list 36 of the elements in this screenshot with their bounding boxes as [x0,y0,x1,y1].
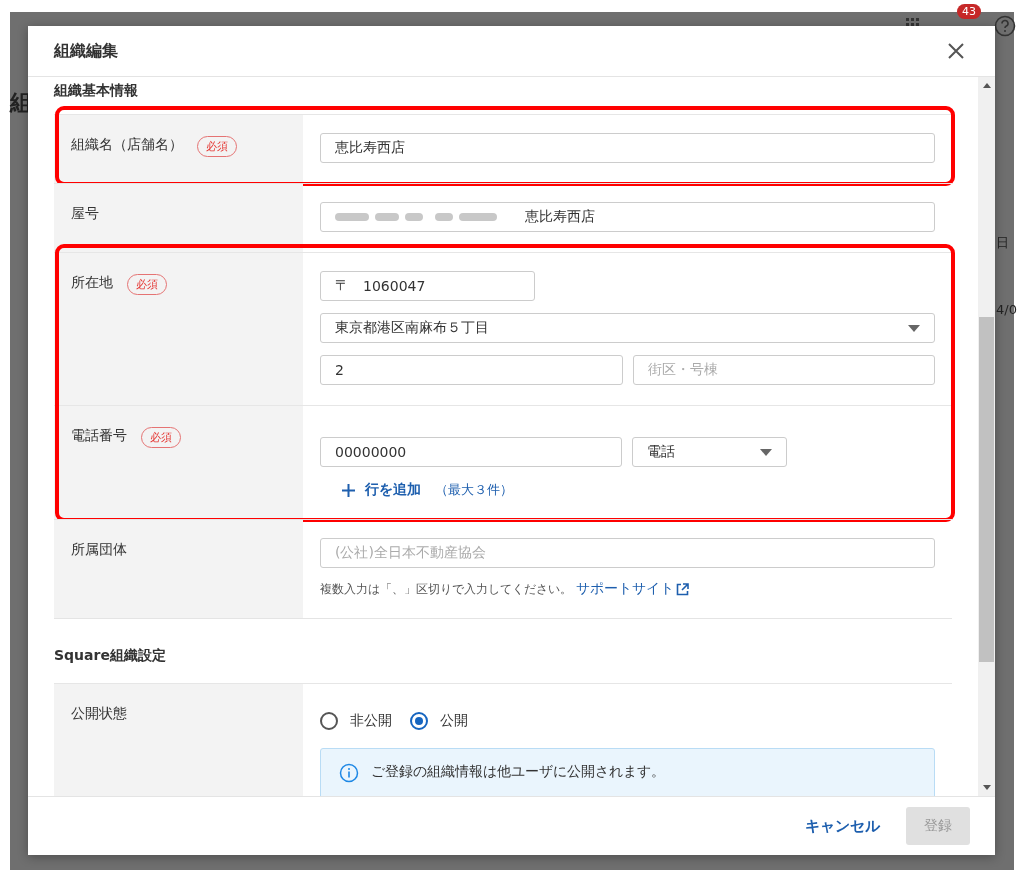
address-select[interactable]: 東京都港区南麻布５丁目 [320,313,935,343]
radio-option[interactable]: 非公開 [320,712,392,730]
text-field[interactable]: 恵比寿西店 [320,133,935,163]
help-icon[interactable] [994,15,1016,37]
dropdown-caret-icon [760,448,772,456]
postal-code-field[interactable]: 〒 1060047 [320,271,535,301]
info-text: ご登録の組織情報は他ユーザに公開されます。 [371,763,665,781]
plus-icon [342,483,355,497]
field-label: 屋号 [71,205,99,223]
scroll-down-icon[interactable] [982,785,991,790]
scrollbar[interactable] [978,77,995,796]
phone-field[interactable]: 00000000 [320,437,622,467]
help-text: 複数入力は「、」区切りで入力してください。 [320,580,572,598]
section-title: Square組織設定 [54,618,952,683]
text-field[interactable]: 恵比寿西店 [320,202,935,232]
field-label: 電話番号 [71,427,127,445]
field-label: 公開状態 [71,705,127,723]
cancel-button[interactable]: キャンセル [805,810,880,842]
table-cell: 日 [996,234,1009,252]
scroll-up-icon[interactable] [982,83,991,88]
section-title: 組織基本情報 [54,81,139,100]
support-site-link[interactable]: サポートサイト [576,580,689,598]
notification-badge: 43 [957,4,981,19]
phone-type-select[interactable]: 電話 [632,437,787,467]
add-row-button[interactable]: 行を追加 [342,481,421,499]
max-rows-note: （最大３件） [435,481,513,499]
field-label: 所在地 [71,274,113,292]
field-label: 組織名（店舗名） [71,136,183,154]
dropdown-caret-icon [908,324,920,332]
external-link-icon [676,582,689,596]
close-icon[interactable] [947,42,965,60]
street-field[interactable]: 2 [320,355,623,385]
dialog-title: 組織編集 [54,40,118,62]
field-label: 所属団体 [71,541,127,559]
radio-option[interactable]: 公開 [410,712,468,730]
info-icon [339,763,359,783]
